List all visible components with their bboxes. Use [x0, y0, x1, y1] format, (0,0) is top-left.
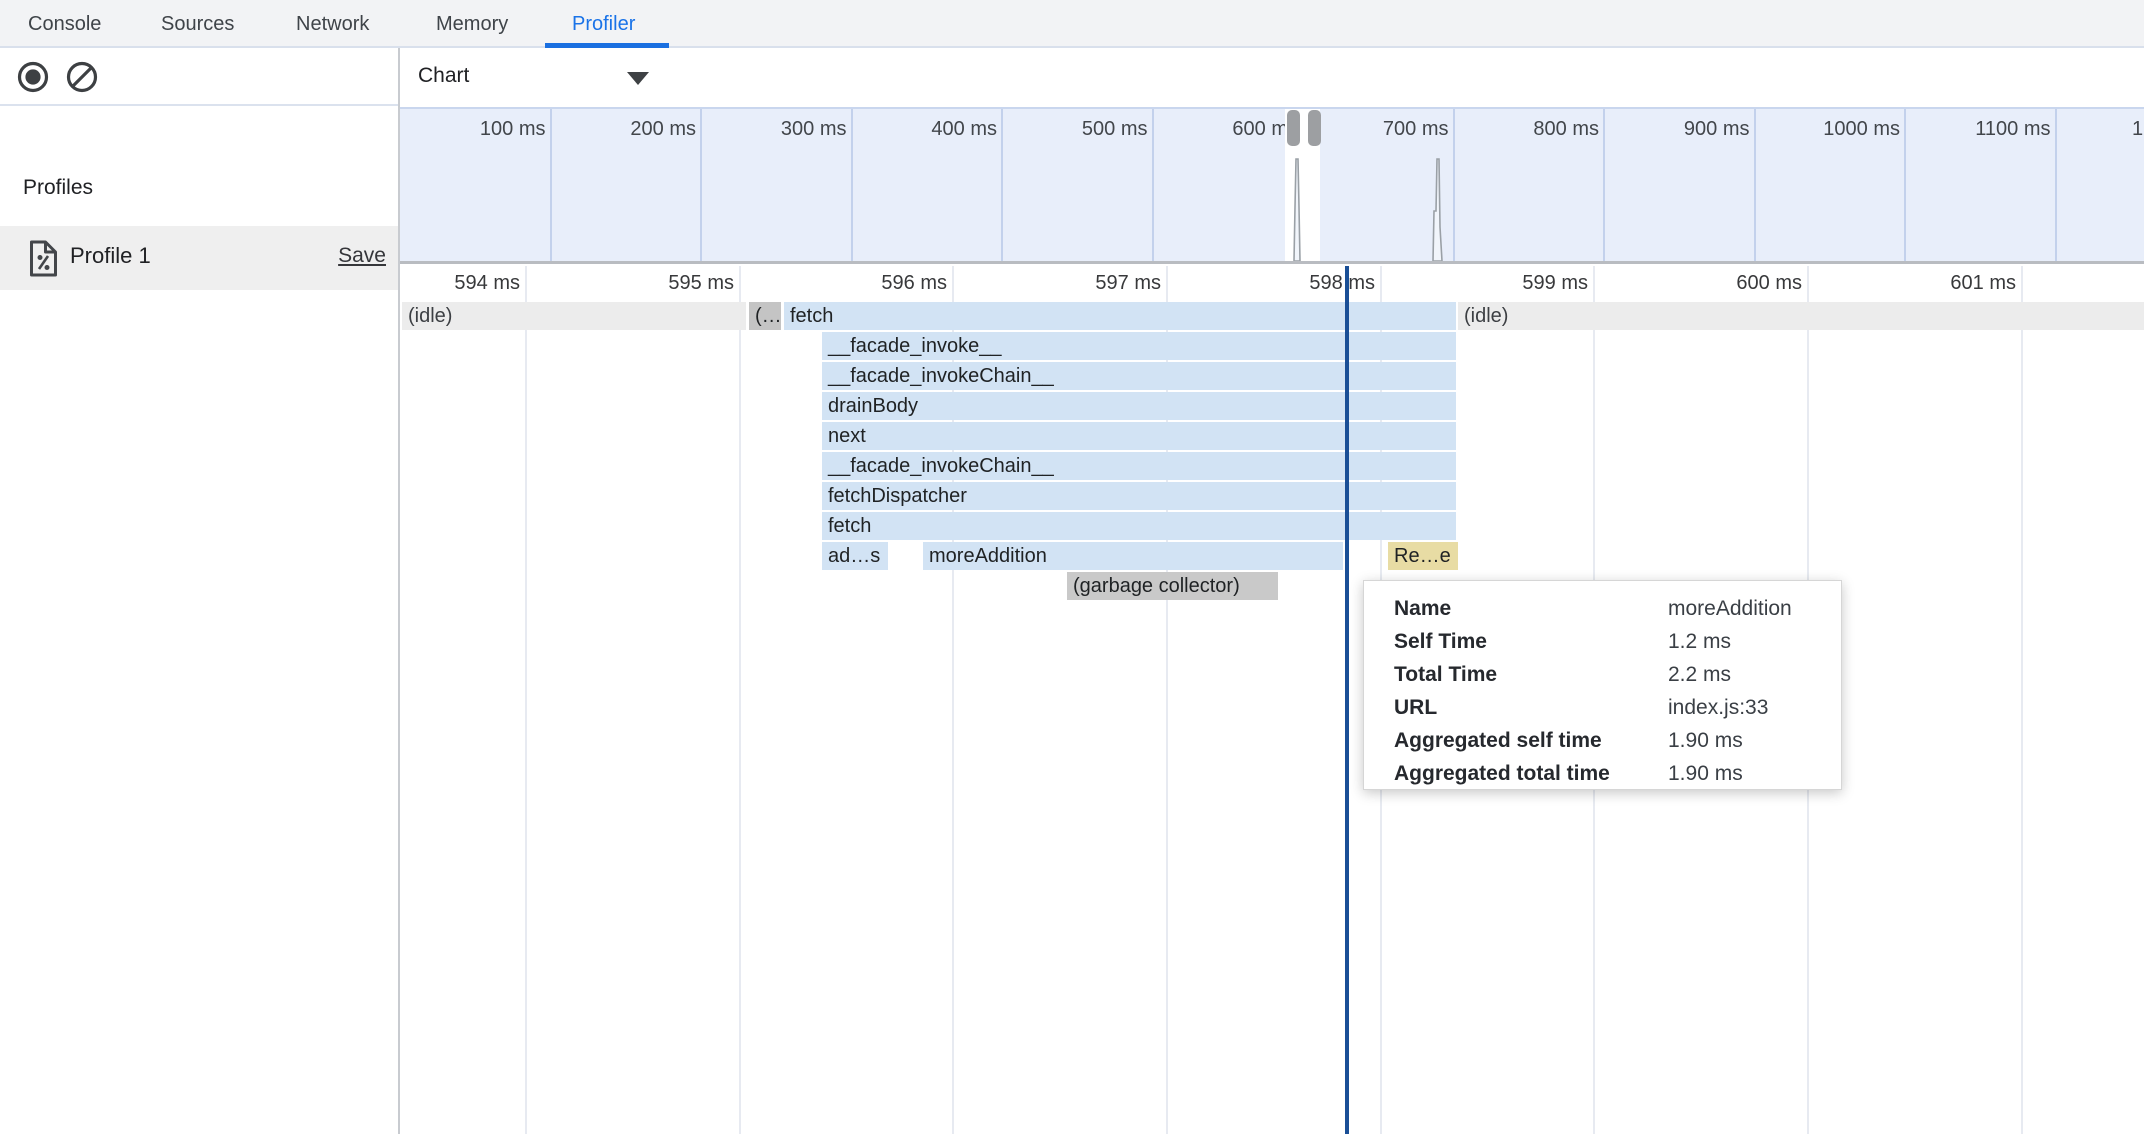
overview-tick-label-200-ms: 200 ms	[536, 118, 696, 142]
tooltip-value-name: moreAddition	[1668, 597, 1792, 620]
overview-tick-label-300-ms: 300 ms	[687, 118, 847, 142]
flame-bar-fetch[interactable]: fetch	[822, 512, 1456, 540]
flame-bar-drainbody[interactable]: drainBody	[822, 392, 1456, 420]
tab-profiler[interactable]: Profiler	[572, 0, 635, 46]
flame-bar-facade-invoke[interactable]: __facade_invoke__	[822, 332, 1456, 360]
profiles-toolbar	[0, 48, 398, 106]
detail-tick-label-597-ms: 597 ms	[1001, 272, 1161, 298]
detail-gridline-594-ms	[525, 266, 527, 1134]
tab-memory[interactable]: Memory	[436, 0, 508, 46]
detail-tick-label-598-ms: 598 ms	[1215, 272, 1375, 298]
tooltip-label-self-time: Self Time	[1394, 625, 1668, 658]
detail-gridline-595-ms	[739, 266, 741, 1134]
save-profile-link[interactable]: Save	[338, 244, 386, 268]
timeline-overview[interactable]: 100 ms200 ms300 ms400 ms500 ms600 ms700 …	[400, 107, 2144, 263]
tooltip-row-total-time: Total Time2.2 ms	[1394, 658, 1841, 691]
flame-bar-fetchdispatcher[interactable]: fetchDispatcher	[822, 482, 1456, 510]
tab-sources[interactable]: Sources	[161, 0, 234, 46]
detail-tick-label-596-ms: 596 ms	[787, 272, 947, 298]
flame-bar-facade-invokechain[interactable]: __facade_invokeChain__	[822, 362, 1456, 390]
frame-tooltip: NamemoreAdditionSelf Time1.2 msTotal Tim…	[1363, 580, 1842, 790]
record-icon	[17, 61, 49, 93]
view-mode-select[interactable]: Chart	[400, 48, 2144, 106]
detail-tick-label-599-ms: 599 ms	[1428, 272, 1588, 298]
tooltip-row-url: URLindex.js:33	[1394, 691, 1841, 724]
overview-tick-label-800-ms: 800 ms	[1439, 118, 1599, 142]
tab-network[interactable]: Network	[296, 0, 369, 46]
tooltip-row-name: NamemoreAddition	[1394, 592, 1841, 625]
flame-bar-garbage-collector[interactable]: (garbage collector)	[1067, 572, 1278, 600]
tooltip-value-total-time: 2.2 ms	[1668, 663, 1731, 686]
devtools-window: Console Sources Network Memory Profiler Prof…	[0, 0, 2144, 1134]
tooltip-value-aggregated-self-time: 1.90 ms	[1668, 729, 1743, 752]
overview-tick-label-900-ms: 900 ms	[1590, 118, 1750, 142]
flame-bar-facade-invokechain[interactable]: __facade_invokeChain__	[822, 452, 1456, 480]
sidebar-item-profile-1[interactable]: Profile 1 Save	[0, 226, 398, 290]
profiles-heading: Profiles	[23, 176, 93, 200]
profile-item-label: Profile 1	[70, 243, 151, 269]
tab-strip: Console Sources Network Memory Profiler	[0, 0, 2144, 48]
tooltip-label-total-time: Total Time	[1394, 658, 1668, 691]
detail-tick-label-600-ms: 600 ms	[1642, 272, 1802, 298]
overview-selection-handle-left[interactable]	[1287, 110, 1300, 146]
chevron-down-icon	[627, 72, 649, 85]
detail-tick-label-594-ms: 594 ms	[360, 272, 520, 298]
flame-bar-next[interactable]: next	[822, 422, 1456, 450]
flame-bar-fetch[interactable]: fetch	[784, 302, 1456, 330]
flame-bar-re-e[interactable]: Re…e	[1388, 542, 1458, 570]
tooltip-row-aggregated-self-time: Aggregated self time1.90 ms	[1394, 724, 1841, 757]
tooltip-row-aggregated-total-time: Aggregated total time1.90 ms	[1394, 757, 1841, 790]
profiles-sidebar: Profiles CPU PROFILES Profile 1 Save	[0, 48, 400, 1134]
flame-bar-moreaddition[interactable]: moreAddition	[923, 542, 1343, 570]
overview-tick-label-600-ms: 600 ms	[1138, 118, 1298, 142]
flame-bar-item[interactable]: (…	[749, 302, 781, 330]
overview-tick-label-1100-ms: 1100 ms	[1891, 118, 2051, 142]
record-profile-button[interactable]	[17, 61, 49, 93]
tooltip-row-self-time: Self Time1.2 ms	[1394, 625, 1841, 658]
clear-profiles-button[interactable]	[66, 61, 98, 93]
overview-tick-label-100-ms: 100 ms	[400, 118, 546, 142]
overview-tick-label-1000-ms: 1000 ms	[1740, 118, 1900, 142]
detail-gridline-601-ms	[2021, 266, 2023, 1134]
overview-tick-label-500-ms: 500 ms	[988, 118, 1148, 142]
profiler-main-panel: Chart 100 ms200 ms300 ms400 ms500 ms600 …	[400, 48, 2144, 1134]
tooltip-label-aggregated-total-time: Aggregated total time	[1394, 757, 1668, 790]
flame-bar-idle[interactable]: (idle)	[402, 302, 746, 330]
flame-bar-idle[interactable]: (idle)	[1458, 302, 2144, 330]
overview-gridline-1100-ms	[2055, 109, 2057, 263]
detail-tick-label-601-ms: 601 ms	[1856, 272, 2016, 298]
detail-tick-label-595-ms: 595 ms	[574, 272, 734, 298]
overview-selection-handle-right[interactable]	[1308, 110, 1321, 146]
clear-icon	[66, 61, 98, 93]
tooltip-value-url: index.js:33	[1668, 696, 1768, 719]
flame-bar-ad-s[interactable]: ad…s	[822, 542, 888, 570]
profile-document-icon	[28, 240, 59, 282]
tooltip-label-aggregated-self-time: Aggregated self time	[1394, 724, 1668, 757]
overview-tick-label-400-ms: 400 ms	[837, 118, 997, 142]
tab-console[interactable]: Console	[28, 0, 101, 46]
overview-tick-label-12: 12	[2132, 118, 2144, 142]
view-mode-label: Chart	[418, 48, 469, 104]
tooltip-label-url: URL	[1394, 691, 1668, 724]
tooltip-value-self-time: 1.2 ms	[1668, 630, 1731, 653]
time-cursor-line	[1345, 266, 1349, 1134]
tooltip-value-aggregated-total-time: 1.90 ms	[1668, 762, 1743, 785]
tooltip-label-name: Name	[1394, 592, 1668, 625]
overview-bottom-border	[400, 261, 2144, 264]
